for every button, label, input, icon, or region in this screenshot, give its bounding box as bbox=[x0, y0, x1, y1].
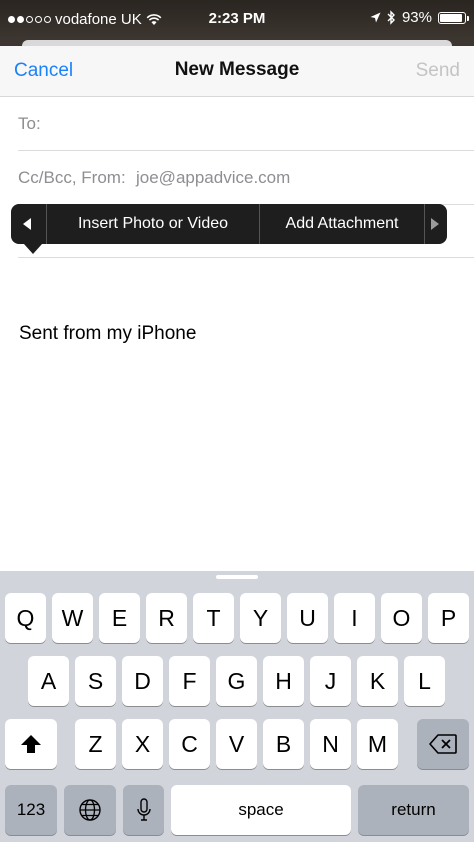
key-t[interactable]: T bbox=[193, 593, 234, 643]
delete-key[interactable] bbox=[417, 719, 469, 769]
add-attachment-button[interactable]: Add Attachment bbox=[260, 204, 425, 244]
message-signature[interactable]: Sent from my iPhone bbox=[19, 323, 196, 345]
key-d[interactable]: D bbox=[122, 656, 163, 706]
location-arrow-icon bbox=[370, 12, 381, 23]
status-right: 93% bbox=[370, 9, 469, 26]
to-label: To: bbox=[18, 114, 41, 133]
key-j[interactable]: J bbox=[310, 656, 351, 706]
key-c[interactable]: C bbox=[169, 719, 210, 769]
keyboard: Q W E R T Y U I O P A S D F G H J K L Z … bbox=[0, 571, 474, 842]
return-key[interactable]: return bbox=[358, 785, 469, 835]
key-i[interactable]: I bbox=[334, 593, 375, 643]
globe-key[interactable] bbox=[64, 785, 116, 835]
space-key[interactable]: space bbox=[171, 785, 351, 835]
to-field[interactable]: To: bbox=[18, 97, 474, 151]
send-button[interactable]: Send bbox=[416, 60, 460, 82]
from-address: joe@appadvice.com bbox=[136, 168, 291, 187]
menu-prev-button[interactable] bbox=[11, 204, 47, 244]
key-l[interactable]: L bbox=[404, 656, 445, 706]
key-h[interactable]: H bbox=[263, 656, 304, 706]
globe-icon bbox=[79, 799, 101, 821]
key-g[interactable]: G bbox=[216, 656, 257, 706]
key-z[interactable]: Z bbox=[75, 719, 116, 769]
key-w[interactable]: W bbox=[52, 593, 93, 643]
bluetooth-icon bbox=[387, 10, 395, 25]
keyboard-handle[interactable] bbox=[216, 575, 258, 579]
key-r[interactable]: R bbox=[146, 593, 187, 643]
key-p[interactable]: P bbox=[428, 593, 469, 643]
cc-bcc-from-field[interactable]: Cc/Bcc, From: joe@appadvice.com bbox=[18, 151, 474, 205]
edit-menu-pointer bbox=[24, 244, 42, 254]
key-o[interactable]: O bbox=[381, 593, 422, 643]
key-q[interactable]: Q bbox=[5, 593, 46, 643]
cancel-button[interactable]: Cancel bbox=[14, 60, 73, 82]
delete-icon bbox=[429, 734, 457, 754]
key-n[interactable]: N bbox=[310, 719, 351, 769]
numbers-key[interactable]: 123 bbox=[5, 785, 57, 835]
shift-key[interactable] bbox=[5, 719, 57, 769]
key-x[interactable]: X bbox=[122, 719, 163, 769]
dictation-key[interactable] bbox=[123, 785, 164, 835]
key-f[interactable]: F bbox=[169, 656, 210, 706]
cc-bcc-from-label: Cc/Bcc, From: bbox=[18, 168, 126, 187]
microphone-icon bbox=[136, 798, 151, 821]
edit-menu: Insert Photo or Video Add Attachment bbox=[11, 204, 447, 244]
status-bar: vodafone UK 2:23 PM 93% bbox=[0, 0, 474, 40]
key-m[interactable]: M bbox=[357, 719, 398, 769]
key-y[interactable]: Y bbox=[240, 593, 281, 643]
shift-icon bbox=[21, 735, 41, 753]
nav-bar: Cancel New Message Send bbox=[0, 46, 474, 97]
battery-level bbox=[440, 13, 462, 22]
key-e[interactable]: E bbox=[99, 593, 140, 643]
menu-next-button[interactable] bbox=[425, 204, 447, 244]
key-s[interactable]: S bbox=[75, 656, 116, 706]
battery-icon bbox=[438, 11, 469, 24]
insert-photo-or-video-button[interactable]: Insert Photo or Video bbox=[47, 204, 260, 244]
key-a[interactable]: A bbox=[28, 656, 69, 706]
key-u[interactable]: U bbox=[287, 593, 328, 643]
key-b[interactable]: B bbox=[263, 719, 304, 769]
battery-percent: 93% bbox=[401, 9, 432, 26]
key-v[interactable]: V bbox=[216, 719, 257, 769]
key-k[interactable]: K bbox=[357, 656, 398, 706]
